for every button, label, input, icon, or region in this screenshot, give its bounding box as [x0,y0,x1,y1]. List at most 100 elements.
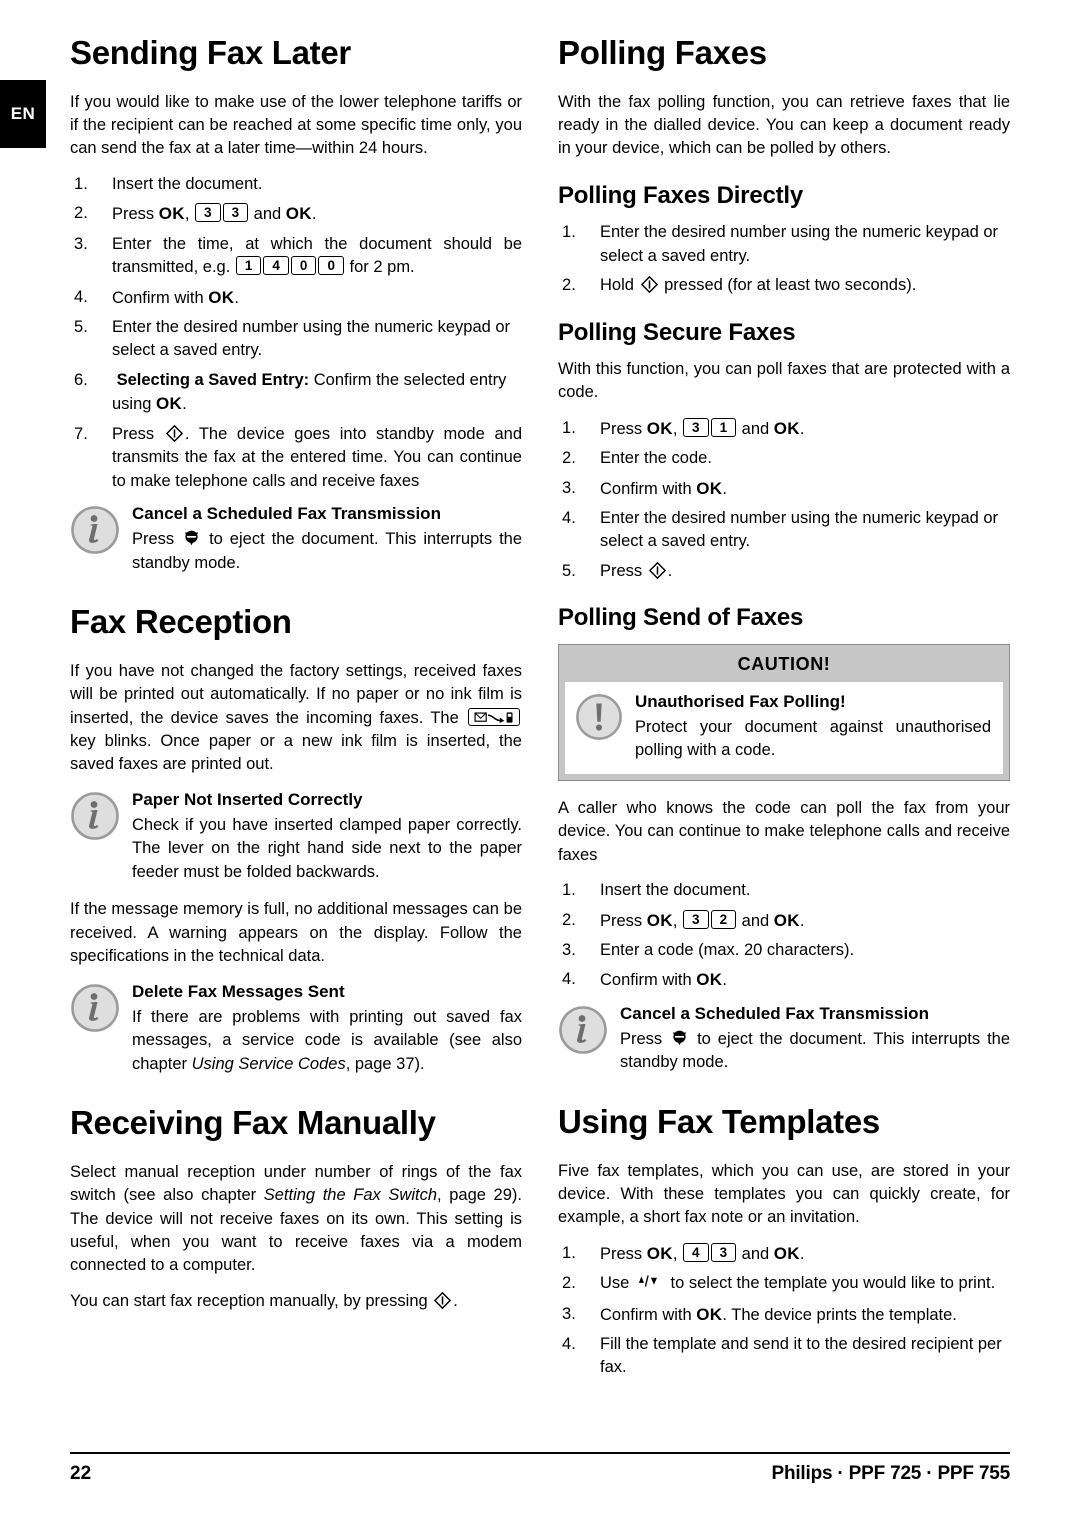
step-item: Insert the document. [558,879,1010,903]
step-text: to select the template you would like to… [665,1274,996,1293]
sending-fax-later-steps: Insert the document. Press OK, 33 and OK… [70,173,522,493]
cross-reference: Using Service Codes [191,1054,346,1073]
polling-send-of-faxes-steps: Insert the document. Press OK, 32 and OK… [558,879,1010,993]
section-heading-polling-faxes: Polling Faxes [558,34,767,71]
step-text: Press [112,205,159,224]
step-text: . [799,1244,805,1263]
step-text: , [672,1244,683,1263]
section-heading-fax-reception: Fax Reception [70,603,292,641]
step-item: Use to select the template you would lik… [558,1272,1010,1296]
ok-label: OK [156,394,183,414]
step-item: Enter a code (max. 20 characters). [558,939,1010,963]
section-heading-using-fax-templates: Using Fax Templates [558,1102,880,1140]
step-text: Enter a code (max. 20 characters). [600,940,855,959]
page-number: 22 [70,1463,92,1484]
step-item: Enter the desired number using the numer… [558,221,1010,268]
info-note-text: If there are problems with printing out … [132,1007,522,1073]
step-text: Confirm with [112,288,209,307]
polling-faxes-directly-steps: Enter the desired number using the numer… [558,221,1010,298]
caution-note-body: Unauthorised Fax Polling! Protect your d… [635,691,991,763]
caution-icon [575,691,623,746]
step-text: . [667,561,673,580]
info-note-text: Press to eject the document. This interr… [620,1030,1011,1072]
caution-note-title: Unauthorised Fax Polling! [635,691,846,711]
step-item: Enter the desired number using the numer… [558,507,1010,554]
step-text: Insert the document. [112,174,263,193]
fax-reception-paragraph-2: If the message memory is full, no additi… [70,900,522,966]
info-note-body: Delete Fax Messages Sent If there are pr… [132,981,522,1077]
step-text: pressed (for at least two seconds). [659,276,917,295]
step-item: Press OK, 43 and OK. [558,1242,1010,1266]
step-text: . [182,395,187,414]
ok-label: OK [646,910,673,930]
up-down-arrows-icon [637,1273,663,1296]
caution-header: CAUTION! [737,653,831,674]
info-note-text: Check if you have inserted clamped paper… [132,816,522,881]
step-text: Confirm with [600,479,697,498]
step-text: Enter the desired number using the numer… [600,223,999,265]
keycap: 3 [195,203,221,223]
caution-inner: Unauthorised Fax Polling! Protect your d… [565,681,1003,774]
receiving-fax-manually-paragraph-1: Select manual reception under number of … [70,1162,522,1275]
step-item: Enter the code. [558,447,1010,471]
info-note-title: Paper Not Inserted Correctly [132,789,363,809]
step-text: Confirm with [600,971,697,990]
step-text: and [737,911,774,930]
caution-note: Unauthorised Fax Polling! Protect your d… [575,691,991,763]
step-text: , [672,419,683,438]
step-item: Press OK, 31 and OK. [558,417,1010,441]
step-item: Enter the time, at which the document sh… [70,233,522,280]
stop-key-icon [183,530,200,547]
info-note: Paper Not Inserted Correctly Check if yo… [70,789,522,885]
step-text: Hold [600,276,639,295]
keycap: 0 [290,256,317,276]
ok-label: OK [646,418,673,438]
polling-send-of-faxes-paragraph: A caller who knows the code can poll the… [558,798,1010,864]
keycap: 1 [235,256,262,276]
manual-page: EN Sending Fax Later If you would like t… [0,0,1080,1529]
caution-box: CAUTION! Unauthorised Fax Polling! Prote… [558,643,1010,781]
keycap: 3 [710,1242,737,1262]
start-key-icon [640,275,658,294]
step-item: Confirm with OK. [558,968,1010,992]
ok-label: OK [773,418,800,438]
fax-key-icon [468,707,520,726]
step-text: and [737,1244,774,1263]
left-column: Sending Fax Later If you would like to m… [70,35,522,1416]
info-note: Delete Fax Messages Sent If there are pr… [70,981,522,1077]
keycap: 3 [683,909,709,929]
keycap: 3 [222,203,249,223]
step-text: Press [600,419,647,438]
step-item: Press . The device goes into standby mod… [70,423,522,493]
sending-fax-later-intro: If you would like to make use of the low… [70,92,522,158]
start-key-icon [648,561,666,580]
step-text: . [234,288,239,307]
polling-faxes-intro: With the fax polling function, you can r… [558,92,1010,158]
page-footer: 22 Philips · PPF 725 · PPF 755 [70,1452,1010,1485]
step-text: Confirm with [600,1305,697,1324]
step-text: Press [112,424,164,443]
keycap: 4 [263,256,289,276]
ok-label: OK [696,970,723,990]
language-tab-label: EN [10,104,36,123]
start-key-icon [165,424,184,442]
step-text: Enter the desired number using the numer… [600,509,999,551]
step-text: Enter the time, at which the document sh… [112,234,522,277]
step-item: Insert the document. [70,173,522,197]
step-item: Fill the template and send it to the des… [558,1333,1010,1380]
step-item: Enter the desired number using the numer… [70,316,522,363]
subsection-heading-polling-secure-faxes: Polling Secure Faxes [558,318,796,346]
step-text: and [737,419,774,438]
footer-row: 22 Philips · PPF 725 · PPF 755 [70,1463,1010,1485]
step-text: , [184,205,195,224]
step-item: Hold pressed (for at least two seconds). [558,274,1010,298]
step-text: Press [600,911,647,930]
step-text: Insert the document. [600,881,751,900]
ok-label: OK [773,910,800,930]
step-text: . [799,419,805,438]
step-text: for 2 pm. [344,258,415,277]
keycap: 2 [710,909,737,929]
cross-reference: Setting the Fax Switch [263,1186,438,1205]
ok-label: OK [208,287,235,307]
step-text: and [249,205,286,224]
